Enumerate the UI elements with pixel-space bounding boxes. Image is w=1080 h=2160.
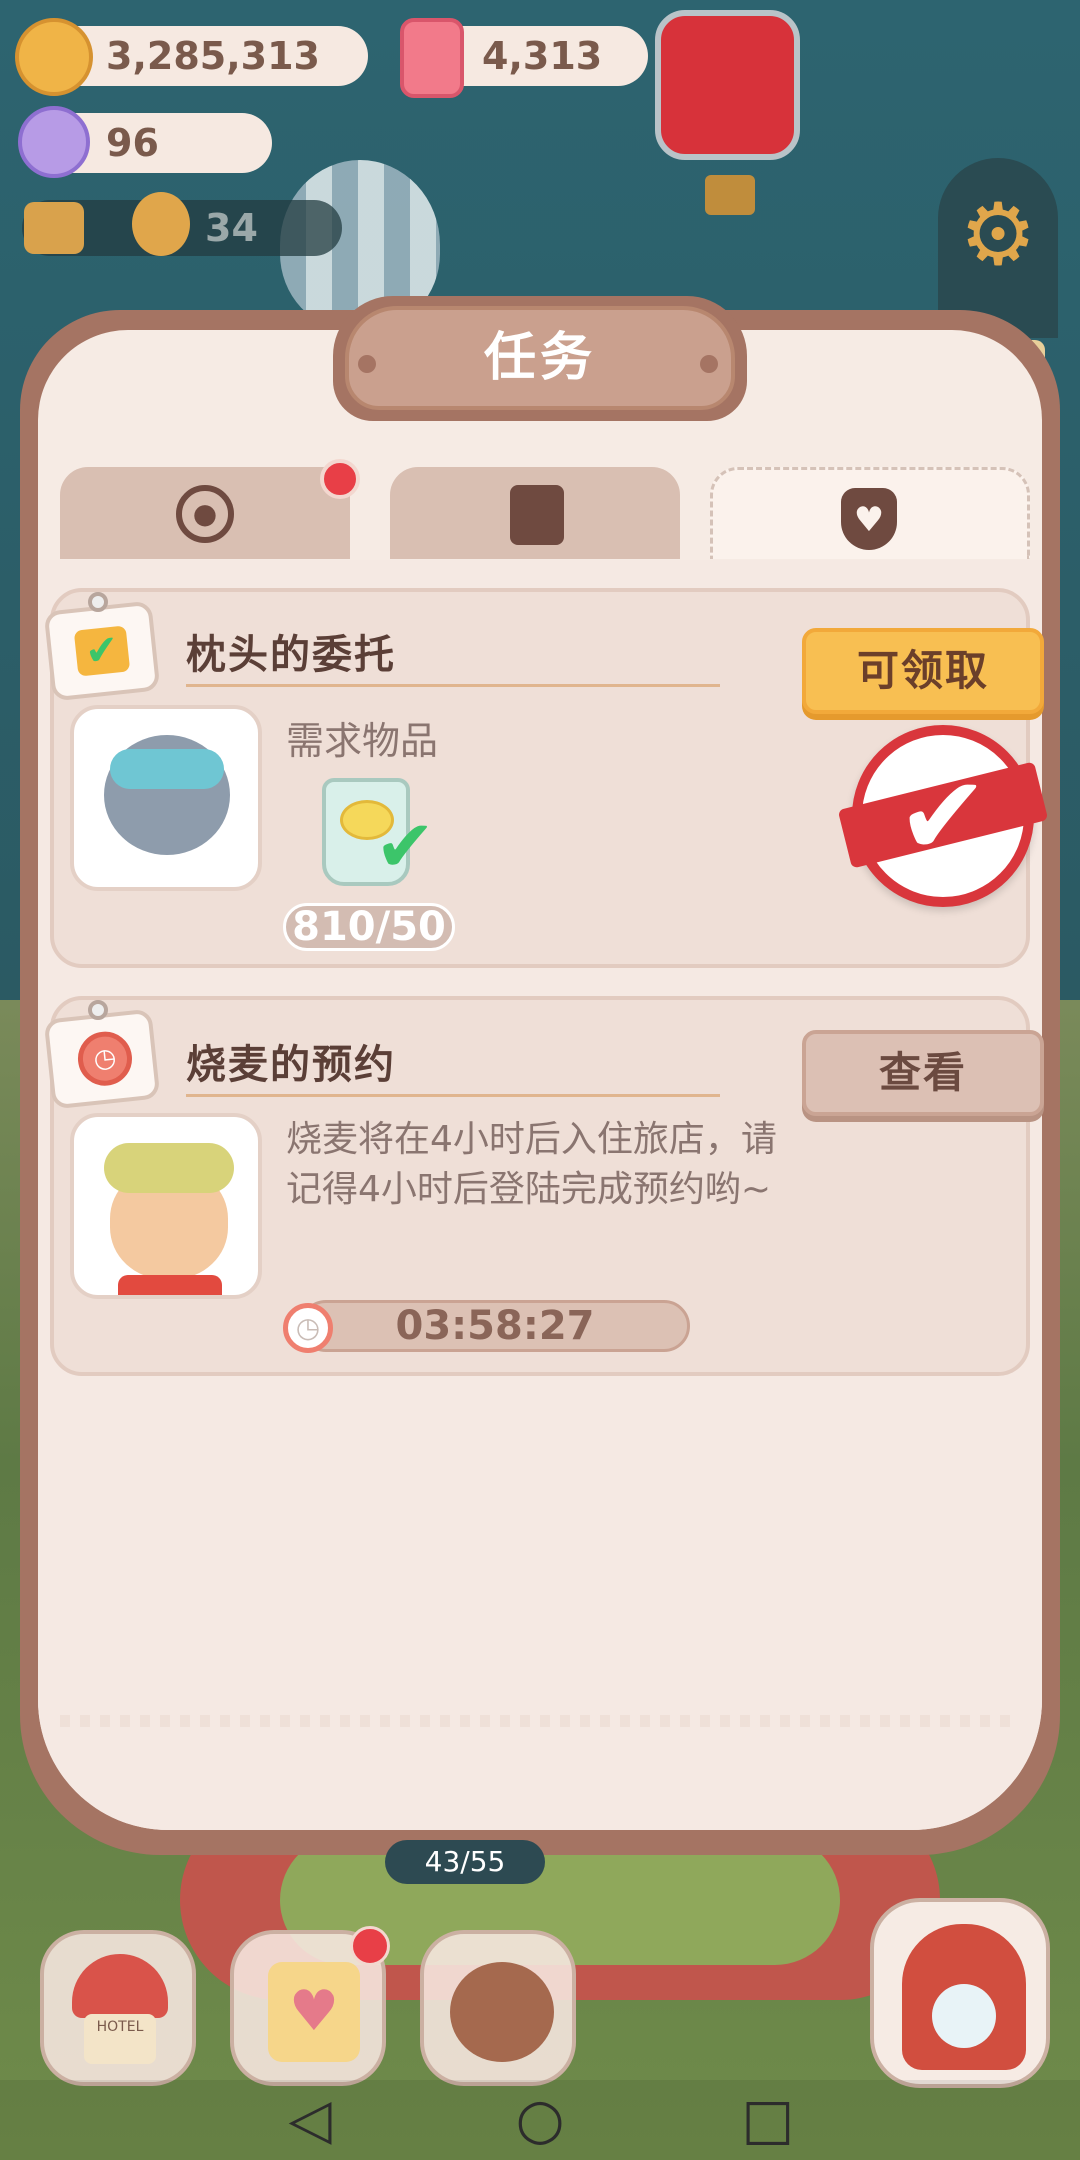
home-icon[interactable]: ○ <box>508 2088 572 2152</box>
tab-tasks[interactable] <box>390 467 680 559</box>
candy-count: 96 <box>106 121 159 165</box>
diary-notification-dot <box>350 1926 390 1966</box>
tag-ring <box>88 592 108 612</box>
tab-notification-dot <box>320 459 360 499</box>
hotel-button[interactable]: HOTEL <box>40 1930 196 2086</box>
gacha-window <box>932 1984 996 2048</box>
tab-requests[interactable]: ♥ <box>710 467 1030 559</box>
note-check-icon: ✔ <box>73 625 131 677</box>
task-tag-note: ✔ <box>43 600 161 702</box>
view-button[interactable]: 查看 <box>802 1030 1044 1116</box>
task-title: 枕头的委托 <box>186 632 396 678</box>
required-items-label: 需求物品 <box>286 719 439 763</box>
visitor-count: 34 <box>205 206 258 250</box>
bakery-button[interactable] <box>420 1930 576 2086</box>
hotel-roof-icon <box>72 1954 168 2018</box>
shaomai-hair <box>104 1143 234 1193</box>
candle-count: 4,313 <box>482 34 603 78</box>
visitor-icon <box>132 192 190 256</box>
check-icon: ✔ <box>375 804 436 888</box>
title-divider <box>186 1094 720 1097</box>
cookie-plate-icon <box>450 1962 554 2062</box>
recents-icon[interactable]: □ <box>736 2088 800 2152</box>
candle-icon <box>400 18 464 98</box>
alarm-clock-icon: ◷ <box>75 1029 135 1089</box>
hotel-capacity: 43/55 <box>385 1840 545 1884</box>
sleep-mask <box>110 749 224 789</box>
megaphone-icon <box>24 202 84 254</box>
countdown-timer: 03:58:27 <box>300 1300 690 1352</box>
candy-icon <box>18 106 90 178</box>
cookie-icon <box>15 18 93 96</box>
balloon-basket <box>705 175 755 215</box>
back-icon[interactable]: ◁ <box>278 2088 342 2152</box>
gear-icon[interactable]: ⚙ <box>953 190 1043 280</box>
avatar-pillow <box>70 705 262 891</box>
soda-can-balloon <box>655 10 800 160</box>
task-tag-clock: ◷ <box>43 1008 161 1110</box>
gacha-shop-button[interactable] <box>870 1898 1050 2088</box>
heart-diary-icon: ♥ <box>268 1962 360 2062</box>
item-progress: 810/50 <box>283 903 455 951</box>
heart-bottle-icon: ♥ <box>841 488 897 550</box>
title-divider <box>186 684 720 687</box>
stopwatch-icon: ◷ <box>283 1303 333 1353</box>
hotel-icon: HOTEL <box>84 2014 156 2064</box>
task-description: 烧麦将在4小时后入住旅店，请记得4小时后登陆完成预约哟~ <box>286 1119 777 1210</box>
task-title: 烧麦的预约 <box>186 1042 396 1088</box>
avatar-shaomai <box>70 1113 262 1299</box>
panel-edge-decoration <box>60 1715 1020 1727</box>
clipboard-pencil-icon <box>510 485 564 545</box>
cookie-count: 3,285,313 <box>106 34 320 78</box>
tag-ring <box>88 1000 108 1020</box>
shaomai-shirt <box>118 1275 222 1295</box>
panel-title: 任务 <box>483 328 596 388</box>
paw-badge-icon: ● <box>176 485 234 543</box>
claim-button[interactable]: 可领取 <box>802 628 1044 714</box>
tab-achievements[interactable]: ● <box>60 467 350 559</box>
stamp-check-icon: ✔ <box>896 752 990 880</box>
